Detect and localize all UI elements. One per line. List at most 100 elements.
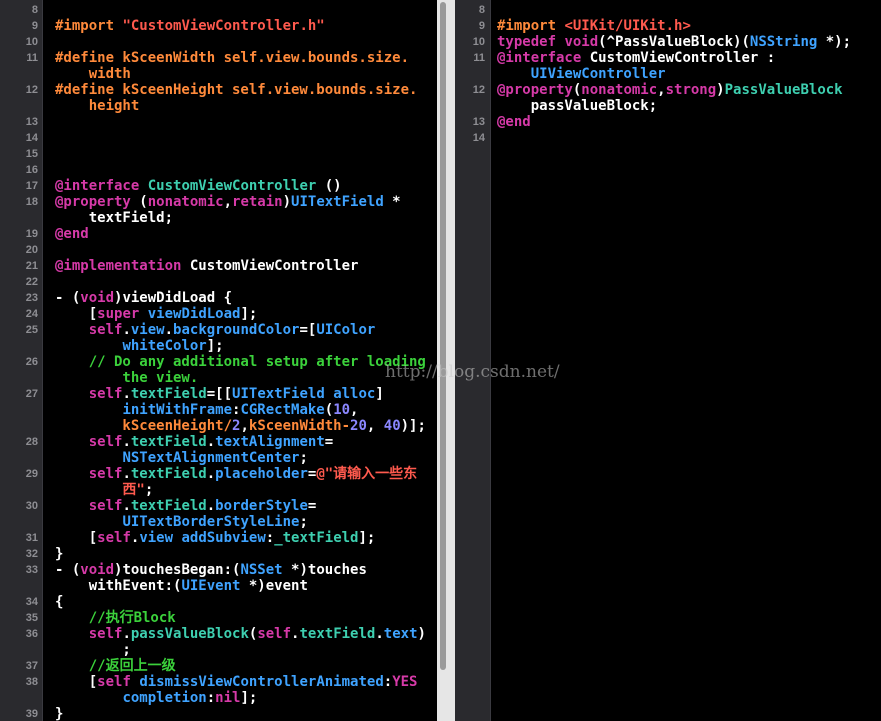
scrollbar-thumb[interactable] bbox=[440, 2, 446, 670]
code-line[interactable]: initWithFrame:CGRectMake(10, bbox=[43, 402, 437, 418]
code-line[interactable]: @property (nonatomic,retain)UITextField … bbox=[43, 194, 437, 210]
code-token: YES bbox=[392, 674, 418, 690]
code-line[interactable]: UITextBorderStyleLine; bbox=[43, 514, 437, 530]
code-token: ]; bbox=[358, 530, 376, 546]
code-line[interactable]: @end bbox=[43, 226, 437, 242]
code-line[interactable] bbox=[43, 2, 437, 18]
code-token: <UIKit/UIKit.h> bbox=[564, 18, 691, 34]
editor-pane-left[interactable]: 8 9 10 11 12 13 14 15 16 17 18 19 20 21 22 23 24 25 26 27 28… bbox=[0, 0, 437, 721]
line-number: 11 bbox=[473, 52, 485, 64]
line-number: 19 bbox=[25, 228, 38, 240]
code-token: { bbox=[55, 594, 64, 610]
code-line[interactable]: #import "CustomViewController.h" bbox=[43, 18, 437, 34]
code-token: retain bbox=[232, 194, 283, 210]
code-line[interactable] bbox=[43, 146, 437, 162]
code-token: void bbox=[564, 34, 599, 50]
code-line[interactable]: @property(nonatomic,strong)PassValueBloc… bbox=[491, 82, 881, 98]
line-number: 10 bbox=[25, 36, 38, 48]
code-area[interactable]: #import "CustomViewController.h" #define … bbox=[43, 0, 437, 721]
code-line[interactable] bbox=[43, 162, 437, 178]
code-area[interactable]: #import <UIKit/UIKit.h> typedef void(^Pas… bbox=[491, 0, 881, 721]
code-line[interactable]: #define kSceenHeight self.view.bounds.si… bbox=[43, 82, 437, 98]
code-line[interactable]: 西"; bbox=[43, 482, 437, 498]
code-line[interactable]: { bbox=[43, 594, 437, 610]
code-line[interactable]: - (void)viewDidLoad { bbox=[43, 290, 437, 306]
code-line[interactable] bbox=[43, 242, 437, 258]
code-line[interactable]: //返回上一级 bbox=[43, 658, 437, 674]
code-line[interactable]: // Do any additional setup after loading bbox=[43, 354, 437, 370]
code-token: ; bbox=[299, 514, 308, 530]
line-number: 28 bbox=[25, 436, 38, 448]
editor-pane-right[interactable]: 8 9 10 11 12 13 14 #import <UIKit/UIKit.h> type… bbox=[455, 0, 881, 721]
code-token: #define kSceenHeight self.view.bounds.si… bbox=[55, 82, 418, 98]
line-number: 35 bbox=[25, 612, 38, 624]
code-token: )]; bbox=[400, 418, 426, 434]
code-line[interactable]: @interface CustomViewController () bbox=[43, 178, 437, 194]
code-line[interactable]: completion:nil]; bbox=[43, 690, 437, 706]
code-token: self bbox=[257, 626, 292, 642]
code-line[interactable]: #define kSceenWidth self.view.bounds.siz… bbox=[43, 50, 437, 66]
code-line[interactable]: UIViewController bbox=[491, 66, 881, 82]
code-token: self bbox=[88, 626, 123, 642]
code-token: placeholder bbox=[215, 466, 308, 482]
code-line[interactable]: [super viewDidLoad]; bbox=[43, 306, 437, 322]
code-line[interactable] bbox=[43, 34, 437, 50]
code-token: UIColor bbox=[316, 322, 376, 338]
code-line[interactable] bbox=[491, 130, 881, 146]
code-line[interactable]: @interface CustomViewController : bbox=[491, 50, 881, 66]
code-line[interactable]: @implementation CustomViewController bbox=[43, 258, 437, 274]
code-line[interactable]: kSceenHeight/2,kSceenWidth-20, 40)]; bbox=[43, 418, 437, 434]
code-line[interactable]: width bbox=[43, 66, 437, 82]
code-line[interactable]: } bbox=[43, 706, 437, 721]
code-token: UIViewController bbox=[530, 66, 666, 82]
code-token: view bbox=[130, 322, 165, 338]
code-line[interactable]: passValueBlock; bbox=[491, 98, 881, 114]
code-line[interactable]: [self.view addSubview:_textField]; bbox=[43, 530, 437, 546]
code-line[interactable]: self.passValueBlock(self.textField.text) bbox=[43, 626, 437, 642]
code-line[interactable]: self.textField.borderStyle= bbox=[43, 498, 437, 514]
code-line[interactable]: @end bbox=[491, 114, 881, 130]
code-line[interactable]: typedef void(^PassValueBlock)(NSString *… bbox=[491, 34, 881, 50]
code-token: textField bbox=[130, 434, 207, 450]
code-line[interactable] bbox=[43, 130, 437, 146]
code-line[interactable]: the view. bbox=[43, 370, 437, 386]
line-number bbox=[0, 338, 42, 354]
line-number: 21 bbox=[25, 260, 38, 272]
code-token: @interface bbox=[497, 50, 582, 66]
code-token: *)touches bbox=[282, 562, 367, 578]
code-line[interactable]: - (void)touchesBegan:(NSSet *)touches bbox=[43, 562, 437, 578]
line-number: 12 bbox=[472, 84, 485, 96]
code-line[interactable]: withEvent:(UIEvent *)event bbox=[43, 578, 437, 594]
code-line[interactable]: [self dismissViewControllerAnimated:YES bbox=[43, 674, 437, 690]
code-line[interactable]: //执行Block bbox=[43, 610, 437, 626]
code-line[interactable] bbox=[43, 114, 437, 130]
code-line[interactable]: self.textField.placeholder=@"请输入一些东 bbox=[43, 466, 437, 482]
code-line[interactable]: whiteColor]; bbox=[43, 338, 437, 354]
code-token: self bbox=[88, 322, 123, 338]
code-line[interactable] bbox=[43, 274, 437, 290]
code-line[interactable]: NSTextAlignmentCenter; bbox=[43, 450, 437, 466]
code-line[interactable] bbox=[491, 2, 881, 18]
code-line[interactable]: self.view.backgroundColor=[UIColor bbox=[43, 322, 437, 338]
line-number bbox=[455, 98, 490, 114]
code-line[interactable]: self.textField=[[UITextField alloc] bbox=[43, 386, 437, 402]
code-line[interactable]: #import <UIKit/UIKit.h> bbox=[491, 18, 881, 34]
vertical-scrollbar[interactable] bbox=[437, 0, 455, 721]
code-line[interactable]: self.textField.textAlignment= bbox=[43, 434, 437, 450]
code-line[interactable]: height bbox=[43, 98, 437, 114]
code-line[interactable]: ; bbox=[43, 642, 437, 658]
line-number: 27 bbox=[25, 388, 38, 400]
line-number-gutter: 8 9 10 11 12 13 14 bbox=[455, 0, 491, 721]
code-line[interactable]: textField; bbox=[43, 210, 437, 226]
line-number bbox=[0, 514, 42, 530]
code-token: UITextField bbox=[232, 386, 325, 402]
line-number bbox=[455, 66, 490, 82]
code-token: textAlignment bbox=[215, 434, 325, 450]
code-token: . bbox=[122, 498, 131, 514]
code-line[interactable]: } bbox=[43, 546, 437, 562]
